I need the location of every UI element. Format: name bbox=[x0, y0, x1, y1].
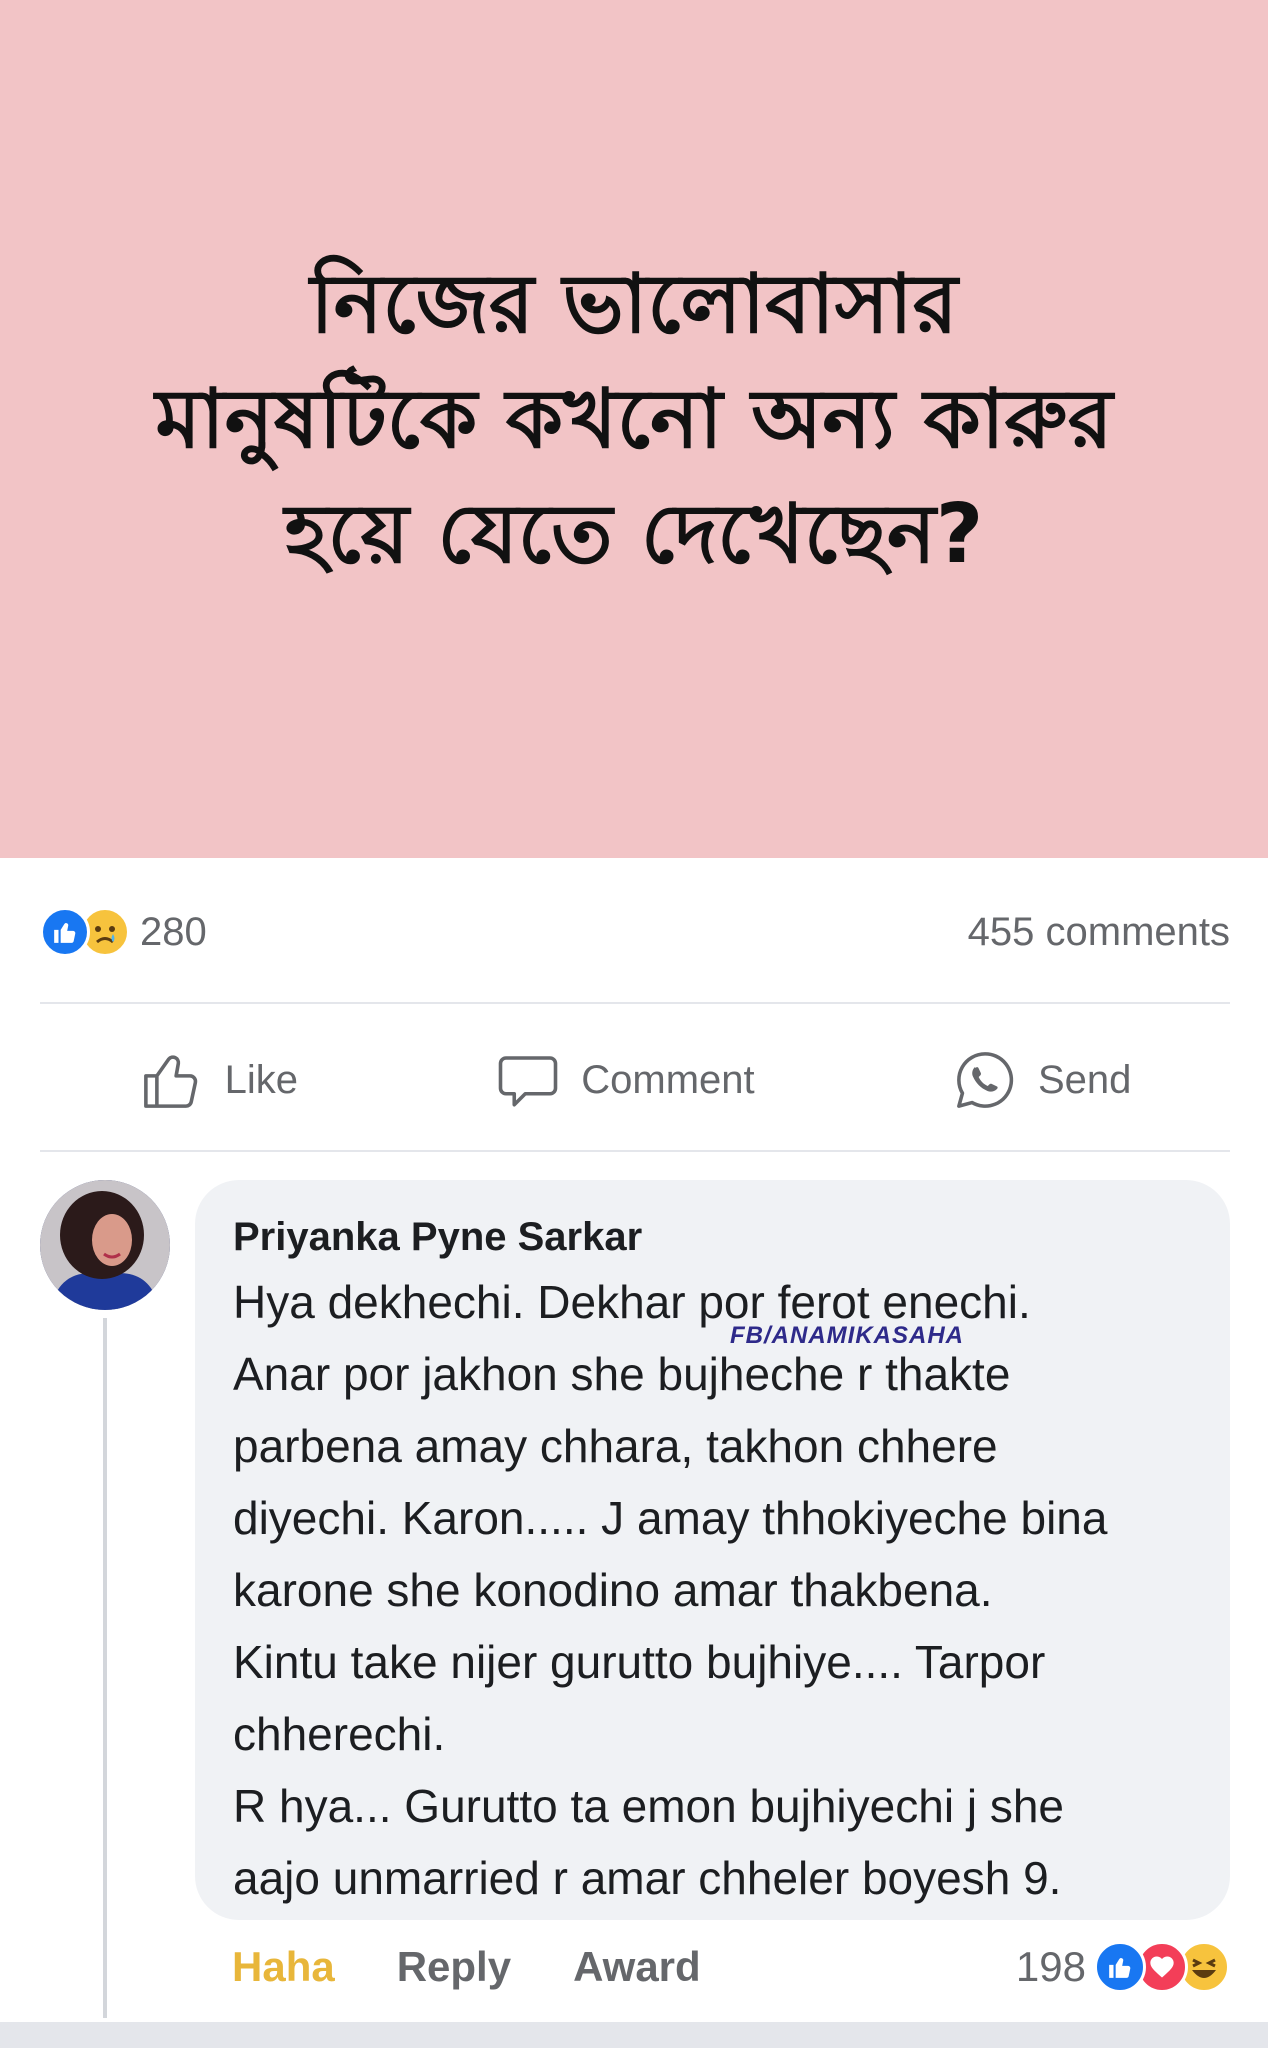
comment-actions: Haha Reply Award bbox=[232, 1935, 701, 1999]
award-button[interactable]: Award bbox=[573, 1943, 701, 1991]
avatar[interactable] bbox=[40, 1180, 170, 1310]
comment-reaction-count: 198 bbox=[1015, 1943, 1086, 1990]
reaction-count: 280 bbox=[140, 909, 207, 954]
comment-button[interactable]: Comment bbox=[495, 1047, 755, 1113]
like-icon bbox=[40, 907, 90, 957]
comment-text: Hya dekhechi. Dekhar por ferot enechi. A… bbox=[233, 1276, 1108, 1904]
post-stats: 280 455 comments bbox=[40, 900, 1230, 964]
divider bbox=[40, 1150, 1230, 1152]
post-image-text: নিজের ভালোবাসার মানুষটিকে কখনো অন্য কারু… bbox=[155, 256, 1113, 582]
send-label: Send bbox=[1037, 1057, 1132, 1102]
bottom-separator bbox=[0, 2022, 1268, 2048]
comments-count[interactable]: 455 comments bbox=[968, 910, 1230, 955]
send-button[interactable]: Send bbox=[952, 1047, 1131, 1113]
post-reactions-summary[interactable]: 280 bbox=[40, 907, 207, 957]
like-button[interactable]: Like bbox=[139, 1047, 298, 1113]
comment-reactions[interactable]: 198 bbox=[1016, 1935, 1230, 1999]
comment-bubble: Priyanka Pyne Sarkar Hya dekhechi. Dekha… bbox=[195, 1180, 1230, 1920]
like-label: Like bbox=[224, 1057, 299, 1102]
whatsapp-icon bbox=[957, 1052, 1014, 1108]
reply-button[interactable]: Reply bbox=[397, 1943, 511, 1991]
post-image[interactable]: নিজের ভালোবাসার মানুষটিকে কখনো অন্য কারু… bbox=[0, 0, 1268, 858]
speech-bubble-icon bbox=[498, 1056, 558, 1107]
haha-button[interactable]: Haha bbox=[232, 1943, 335, 1991]
post-action-bar: Like Comment Send bbox=[40, 1015, 1230, 1145]
comment-author[interactable]: Priyanka Pyne Sarkar bbox=[233, 1208, 1190, 1266]
divider bbox=[40, 1002, 1230, 1004]
thumbs-up-icon bbox=[143, 1055, 197, 1108]
watermark-text: FB/ANAMIKASAHA bbox=[730, 1322, 964, 1349]
comment-label: Comment bbox=[581, 1057, 755, 1102]
thread-line bbox=[103, 1318, 107, 2018]
like-icon bbox=[1094, 1941, 1146, 1993]
